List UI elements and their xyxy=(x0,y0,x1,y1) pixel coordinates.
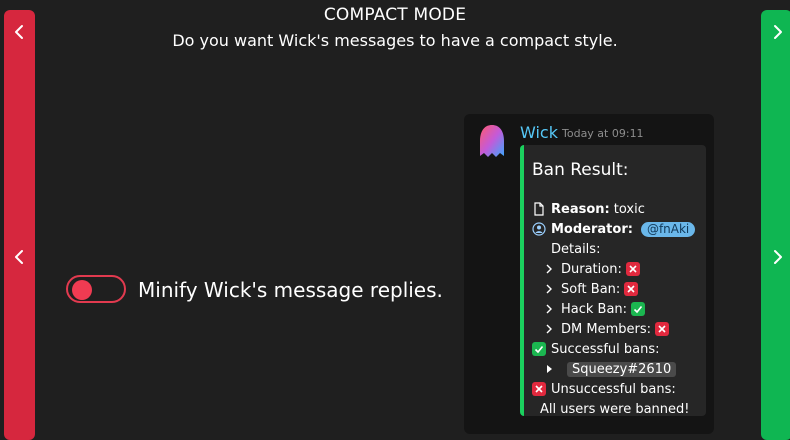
chevron-right-small-icon xyxy=(542,322,556,336)
embed-title: Ban Result: xyxy=(532,160,629,180)
chevron-right-small-icon xyxy=(542,282,556,296)
reason-row: Reason: toxic xyxy=(532,200,645,218)
hackban-row: Hack Ban: xyxy=(542,300,646,318)
message-timestamp: Today at 09:11 xyxy=(562,127,644,140)
check-badge-icon xyxy=(532,342,546,356)
all-banned-text: All users were banned! xyxy=(540,401,690,417)
avatar xyxy=(478,124,506,160)
moderator-row: Moderator: @fnAki xyxy=(532,220,696,238)
caret-right-icon xyxy=(542,362,556,376)
toggle-knob[interactable] xyxy=(72,280,92,300)
chevron-left-icon[interactable] xyxy=(11,248,29,266)
message-username[interactable]: Wick xyxy=(520,123,558,142)
softban-label: Soft Ban: xyxy=(561,281,621,297)
previous-page-bar[interactable] xyxy=(4,10,35,440)
reason-label: Reason: xyxy=(551,201,610,217)
moderator-label: Moderator: xyxy=(551,221,633,237)
reason-value: toxic xyxy=(613,201,645,217)
chevron-right-icon[interactable] xyxy=(768,248,786,266)
page-subtitle: Do you want Wick's messages to have a co… xyxy=(172,31,618,50)
x-badge-icon xyxy=(624,282,639,296)
successful-user-row: Squeezy#2610 xyxy=(542,360,677,378)
unsuccessful-bans-row: Unsuccessful bans: xyxy=(532,380,676,398)
file-icon xyxy=(532,202,546,216)
message-preview: Wick Today at 09:11 Ban Result: Reason: … xyxy=(464,114,714,434)
compact-mode-toggle[interactable] xyxy=(66,275,126,303)
chevron-right-small-icon xyxy=(542,302,556,316)
page-title: COMPACT MODE xyxy=(323,5,467,25)
x-badge-icon xyxy=(654,322,669,336)
duration-row: Duration: xyxy=(542,260,640,278)
duration-label: Duration: xyxy=(561,261,622,277)
user-circle-icon xyxy=(532,222,546,236)
chevron-right-small-icon xyxy=(542,262,556,276)
next-page-bar[interactable] xyxy=(761,10,790,440)
hackban-label: Hack Ban: xyxy=(561,301,628,317)
check-badge-icon xyxy=(631,302,646,316)
x-badge-icon xyxy=(532,382,546,396)
softban-row: Soft Ban: xyxy=(542,280,639,298)
toggle-label: Minify Wick's message replies. xyxy=(138,278,443,302)
successful-user-chip: Squeezy#2610 xyxy=(567,361,677,377)
successful-bans-label: Successful bans: xyxy=(551,341,660,357)
ban-result-embed: Ban Result: Reason: toxic Moderator: @fn… xyxy=(520,145,706,417)
x-badge-icon xyxy=(625,262,640,276)
dm-members-label: DM Members: xyxy=(561,321,651,337)
dm-members-row: DM Members: xyxy=(542,320,669,338)
moderator-mention[interactable]: @fnAki xyxy=(640,221,696,237)
successful-bans-row: Successful bans: xyxy=(532,340,660,358)
details-label: Details: xyxy=(551,241,601,257)
unsuccessful-bans-label: Unsuccessful bans: xyxy=(551,381,676,397)
